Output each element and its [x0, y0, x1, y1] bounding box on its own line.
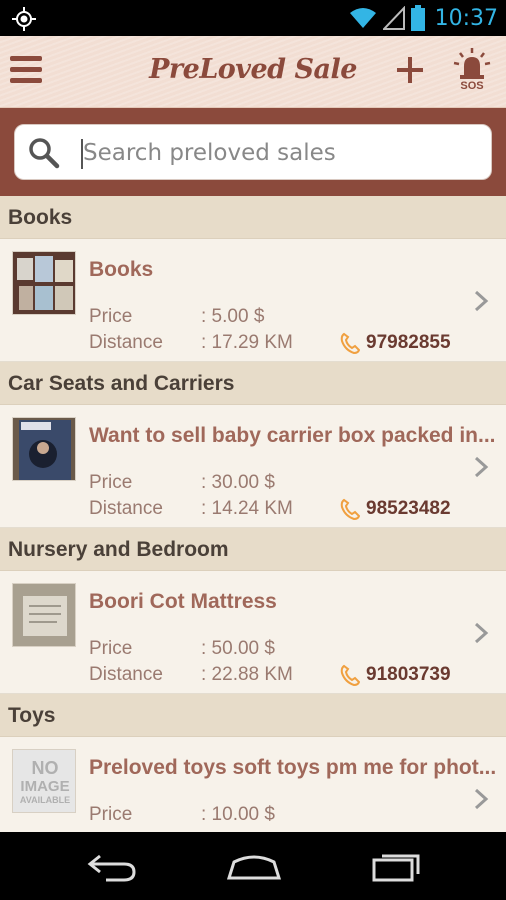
sales-list[interactable]: Books Books Price : 5.00 $ Distance : 17.2… [0, 196, 506, 832]
distance-label: Distance [89, 332, 163, 353]
phone-link[interactable]: 97982855 [340, 331, 451, 355]
distance-row: Distance : 14.24 KM [89, 498, 293, 520]
clock: 10:37 [434, 5, 498, 31]
price-row: Price : 10.00 $ [89, 804, 275, 826]
phone-link[interactable]: 91803739 [340, 663, 451, 687]
phone-number: 98523482 [366, 498, 451, 519]
item-thumbnail [12, 583, 76, 647]
signal-icon [382, 6, 405, 30]
status-bar: 10:37 [0, 0, 506, 36]
search-box[interactable] [14, 124, 492, 180]
phone-icon [340, 498, 360, 520]
list-item[interactable]: NO IMAGE AVAILABLE Preloved toys soft to… [0, 737, 506, 832]
chevron-right-icon [474, 788, 489, 810]
item-name: Preloved toys soft toys pm me for phot..… [89, 756, 497, 779]
list-item[interactable]: Boori Cot Mattress Price : 50.00 $ Distan… [0, 571, 506, 694]
section-header: Toys [0, 694, 506, 737]
price-value: : 30.00 $ [201, 472, 275, 493]
home-icon[interactable] [226, 850, 282, 882]
list-item[interactable]: Books Price : 5.00 $ Distance : 17.29 KM 9… [0, 239, 506, 362]
price-label: Price [89, 306, 133, 327]
price-label: Price [89, 472, 133, 493]
distance-value: : 17.29 KM [201, 332, 293, 353]
sos-icon [453, 48, 491, 79]
svg-text:AVAILABLE: AVAILABLE [20, 795, 70, 805]
add-icon[interactable] [394, 52, 426, 88]
chevron-right-icon [474, 622, 489, 644]
recents-icon[interactable] [370, 850, 422, 882]
price-value: : 5.00 $ [201, 306, 265, 327]
item-thumbnail [12, 417, 76, 481]
distance-label: Distance [89, 498, 163, 519]
back-icon[interactable] [86, 850, 138, 882]
price-row: Price : 30.00 $ [89, 472, 275, 494]
phone-number: 97982855 [366, 332, 451, 353]
chevron-right-icon [474, 456, 489, 478]
gps-icon [12, 7, 36, 31]
section-header: Books [0, 196, 506, 239]
price-value: : 10.00 $ [201, 804, 275, 825]
phone-link[interactable]: 98523482 [340, 497, 451, 521]
navigation-bar [0, 832, 506, 900]
price-value: : 50.00 $ [201, 638, 275, 659]
item-thumbnail [12, 251, 76, 315]
section-header: Nursery and Bedroom [0, 528, 506, 571]
phone-icon [340, 332, 360, 354]
search-bar [0, 108, 506, 196]
price-row: Price : 5.00 $ [89, 306, 264, 328]
search-icon [29, 138, 60, 169]
item-name: Boori Cot Mattress [89, 590, 277, 613]
section-header: Car Seats and Carriers [0, 362, 506, 405]
app-title: PreLoved Sale [149, 54, 357, 85]
distance-row: Distance : 22.88 KM [89, 664, 293, 686]
item-name: Books [89, 258, 154, 281]
sos-button[interactable]: SOS [452, 48, 492, 94]
price-row: Price : 50.00 $ [89, 638, 275, 660]
battery-icon [410, 5, 425, 31]
phone-icon [340, 664, 360, 686]
price-label: Price [89, 638, 133, 659]
svg-text:IMAGE: IMAGE [20, 778, 69, 795]
chevron-right-icon [474, 290, 489, 312]
phone-number: 91803739 [366, 664, 451, 685]
distance-value: : 22.88 KM [201, 664, 293, 685]
item-name: Want to sell baby carrier box packed in.… [89, 424, 496, 447]
svg-text:NO: NO [32, 758, 59, 778]
sos-label: SOS [460, 80, 484, 92]
action-bar: PreLoved Sale SOS [0, 36, 506, 108]
search-input[interactable] [83, 133, 483, 173]
no-image-placeholder: NO IMAGE AVAILABLE [12, 749, 76, 813]
distance-value: : 14.24 KM [201, 498, 293, 519]
wifi-icon [349, 8, 376, 28]
distance-label: Distance [89, 664, 163, 685]
distance-row: Distance : 17.29 KM [89, 332, 293, 354]
price-label: Price [89, 804, 133, 825]
list-item[interactable]: Want to sell baby carrier box packed in.… [0, 405, 506, 528]
